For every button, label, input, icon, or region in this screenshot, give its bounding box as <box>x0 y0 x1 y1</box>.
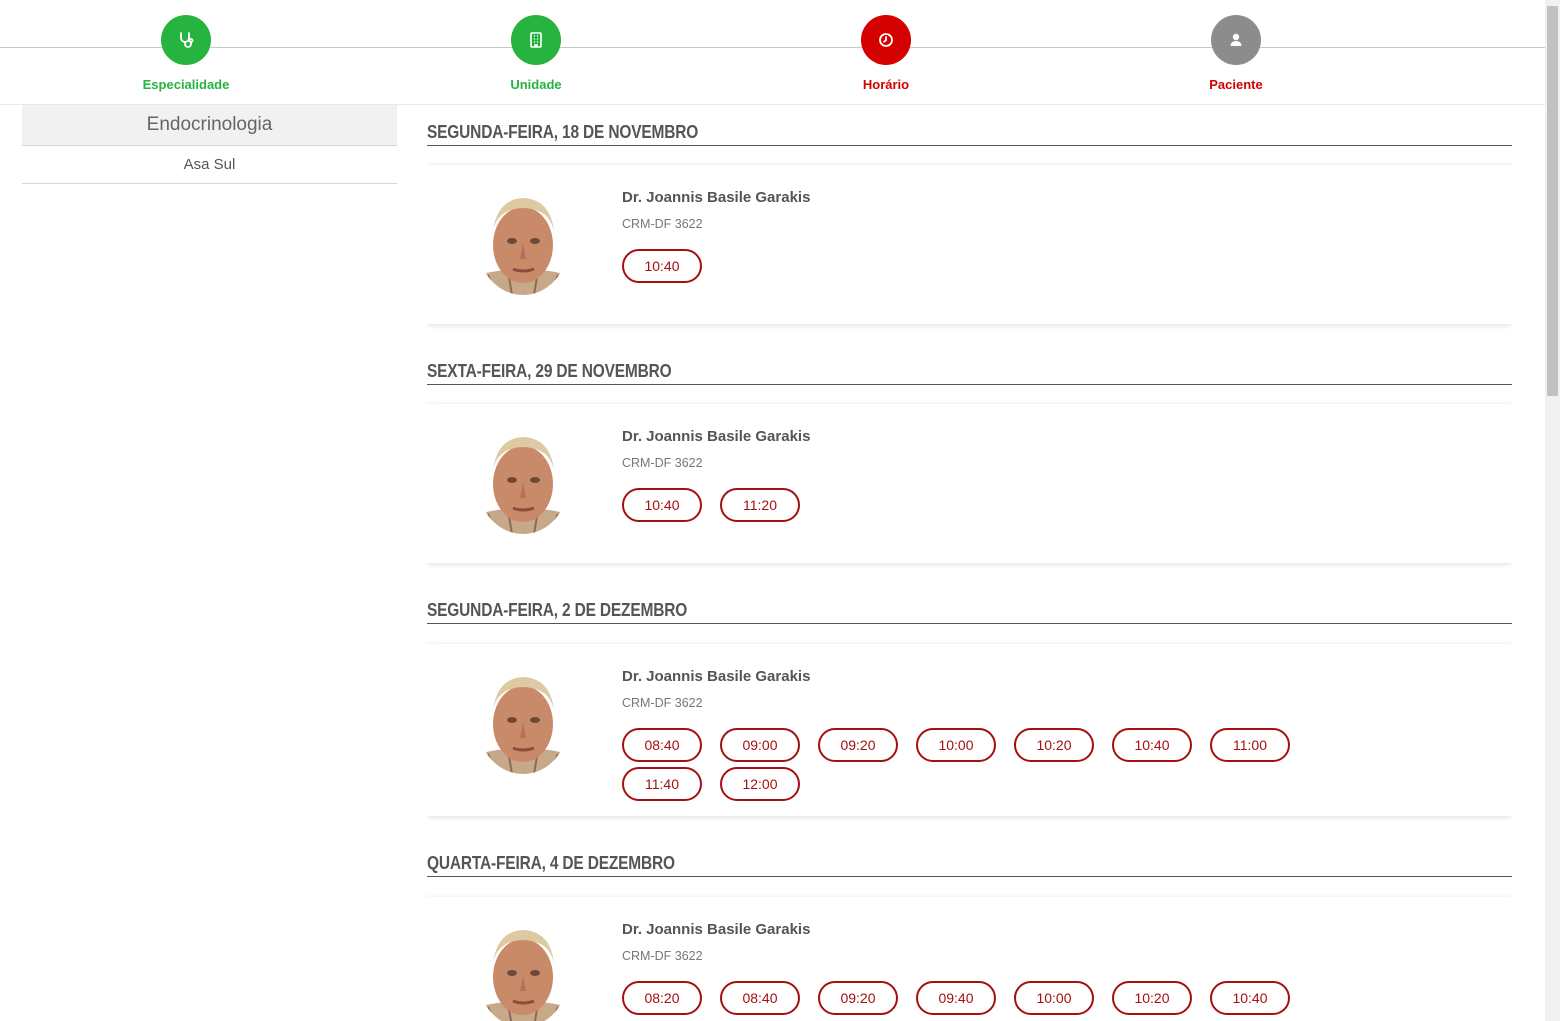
time-slot-button[interactable]: 11:00 <box>1210 728 1290 762</box>
step-label: Especialidade <box>142 77 230 92</box>
doctor-name: Dr. Joannis Basile Garakis <box>622 921 811 938</box>
stethoscope-icon <box>180 32 194 48</box>
doctor-name: Dr. Joannis Basile Garakis <box>622 668 811 685</box>
doctor-photo <box>478 195 568 295</box>
step-label: Paciente <box>1209 77 1263 92</box>
step-paciente[interactable]: Paciente <box>1146 15 1326 92</box>
time-slot-button[interactable]: 09:40 <box>916 981 996 1015</box>
doctor-name: Dr. Joannis Basile Garakis <box>622 189 811 206</box>
schedule-list: SEGUNDA-FEIRA, 18 DE NOVEMBRO Dr. Joanni… <box>427 105 1512 1021</box>
time-slot-button[interactable]: 10:00 <box>916 728 996 762</box>
time-slot-button[interactable]: 09:20 <box>818 728 898 762</box>
time-slot-button[interactable]: 10:40 <box>1112 728 1192 762</box>
time-slot-button[interactable]: 11:40 <box>622 767 702 801</box>
building-icon <box>530 32 542 48</box>
doctor-crm: CRM-DF 3622 <box>622 217 703 231</box>
doctor-card: Dr. Joannis Basile Garakis CRM-DF 3622 1… <box>427 404 1512 563</box>
clock-icon <box>879 33 893 47</box>
step-circle <box>861 15 911 65</box>
day-section: QUARTA-FEIRA, 4 DE DEZEMBRO <box>427 853 1512 877</box>
time-slot-button[interactable]: 10:40 <box>1210 981 1290 1015</box>
time-slot-button[interactable]: 10:00 <box>1014 981 1094 1015</box>
step-especialidade[interactable]: Especialidade <box>96 15 276 92</box>
selected-unit[interactable]: Asa Sul <box>22 146 397 184</box>
day-section: SEGUNDA-FEIRA, 18 DE NOVEMBRO <box>427 122 1512 146</box>
step-horario[interactable]: Horário <box>796 15 976 92</box>
day-title: SEGUNDA-FEIRA, 2 DE DEZEMBRO <box>427 600 688 620</box>
doctor-name: Dr. Joannis Basile Garakis <box>622 428 811 445</box>
doctor-photo <box>478 927 568 1021</box>
time-slot-button[interactable]: 10:20 <box>1014 728 1094 762</box>
day-divider <box>427 623 1512 624</box>
step-circle <box>1211 15 1261 65</box>
time-slot-button[interactable]: 08:40 <box>622 728 702 762</box>
time-slot-button[interactable]: 12:00 <box>720 767 800 801</box>
day-section: SEGUNDA-FEIRA, 2 DE DEZEMBRO <box>427 600 1512 624</box>
doctor-card: Dr. Joannis Basile Garakis CRM-DF 3622 0… <box>427 644 1512 816</box>
day-divider <box>427 145 1512 146</box>
step-label: Horário <box>862 77 910 92</box>
day-title: SEXTA-FEIRA, 29 DE NOVEMBRO <box>427 361 672 381</box>
time-slot-button[interactable]: 10:40 <box>622 249 702 283</box>
time-slot-button[interactable]: 11:20 <box>720 488 800 522</box>
doctor-crm: CRM-DF 3622 <box>622 949 703 963</box>
day-divider <box>427 876 1512 877</box>
time-slot-button[interactable]: 10:20 <box>1112 981 1192 1015</box>
progress-stepper: Especialidade Unidade Horário Paciente <box>0 0 1545 105</box>
day-section: SEXTA-FEIRA, 29 DE NOVEMBRO <box>427 361 1512 385</box>
day-title: SEGUNDA-FEIRA, 18 DE NOVEMBRO <box>427 122 699 142</box>
time-slots: 08:40 09:00 09:20 10:00 10:20 10:40 11:00 11:40… <box>622 728 1322 801</box>
step-label: Unidade <box>510 77 562 92</box>
selection-summary: Endocrinologia Asa Sul <box>22 105 397 184</box>
time-slots: 08:20 08:40 09:20 09:40 10:00 10:20 10:40 <box>622 981 1322 1015</box>
doctor-crm: CRM-DF 3622 <box>622 456 703 470</box>
day-title: QUARTA-FEIRA, 4 DE DEZEMBRO <box>427 853 675 873</box>
doctor-photo <box>478 434 568 534</box>
time-slot-button[interactable]: 08:20 <box>622 981 702 1015</box>
user-icon <box>1230 33 1242 46</box>
time-slot-button[interactable]: 10:40 <box>622 488 702 522</box>
time-slots: 10:40 <box>622 249 1322 283</box>
doctor-card: Dr. Joannis Basile Garakis CRM-DF 3622 0… <box>427 897 1512 1021</box>
time-slot-button[interactable]: 08:40 <box>720 981 800 1015</box>
step-circle <box>511 15 561 65</box>
time-slots: 10:40 11:20 <box>622 488 1322 522</box>
step-unidade[interactable]: Unidade <box>446 15 626 92</box>
selected-specialty[interactable]: Endocrinologia <box>22 105 397 146</box>
step-circle <box>161 15 211 65</box>
doctor-photo <box>478 674 568 774</box>
doctor-card: Dr. Joannis Basile Garakis CRM-DF 3622 1… <box>427 165 1512 324</box>
page-scrollbar[interactable] <box>1545 0 1560 1021</box>
time-slot-button[interactable]: 09:00 <box>720 728 800 762</box>
scrollbar-thumb[interactable] <box>1547 6 1558 396</box>
time-slot-button[interactable]: 09:20 <box>818 981 898 1015</box>
day-divider <box>427 384 1512 385</box>
doctor-crm: CRM-DF 3622 <box>622 696 703 710</box>
